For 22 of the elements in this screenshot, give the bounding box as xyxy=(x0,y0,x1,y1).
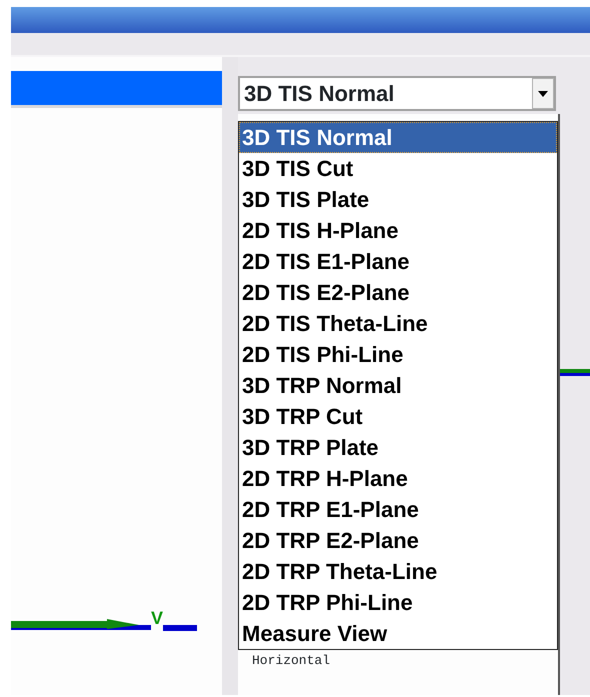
axis-line-icon xyxy=(560,369,590,377)
dropdown-option[interactable]: 2D TRP Theta-Line xyxy=(239,556,557,587)
dropdown-option[interactable]: 2D TRP Phi-Line xyxy=(239,587,557,618)
dropdown-option[interactable]: 2D TRP E1-Plane xyxy=(239,494,557,525)
dropdown-option[interactable]: 2D TRP E2-Plane xyxy=(239,525,557,556)
dropdown-option[interactable]: 3D TRP Cut xyxy=(239,401,557,432)
view-dropdown[interactable]: 3D TIS Normal xyxy=(238,76,556,111)
dropdown-option[interactable]: Measure View xyxy=(239,618,557,649)
dropdown-option[interactable]: 2D TRP H-Plane xyxy=(239,463,557,494)
caret-icon[interactable] xyxy=(532,78,554,109)
dropdown-option[interactable]: 2D TIS E2-Plane xyxy=(239,277,557,308)
dropdown-option[interactable]: 3D TRP Normal xyxy=(239,370,557,401)
dropdown-option[interactable]: 2D TIS H-Plane xyxy=(239,215,557,246)
dropdown-option[interactable]: 2D TIS Theta-Line xyxy=(239,308,557,339)
dropdown-option[interactable]: 3D TIS Normal xyxy=(239,122,557,153)
dropdown-option[interactable]: 2D TIS E1-Plane xyxy=(239,246,557,277)
axis-label: V xyxy=(151,609,164,627)
dropdown-option[interactable]: 2D TIS Phi-Line xyxy=(239,339,557,370)
detail-label: Horizontal xyxy=(251,652,332,670)
dropdown-option[interactable]: 3D TRP Plate xyxy=(239,432,557,463)
dropdown-option[interactable]: 3D TIS Cut xyxy=(239,153,557,184)
dropdown-option[interactable]: 3D TIS Plate xyxy=(239,184,557,215)
